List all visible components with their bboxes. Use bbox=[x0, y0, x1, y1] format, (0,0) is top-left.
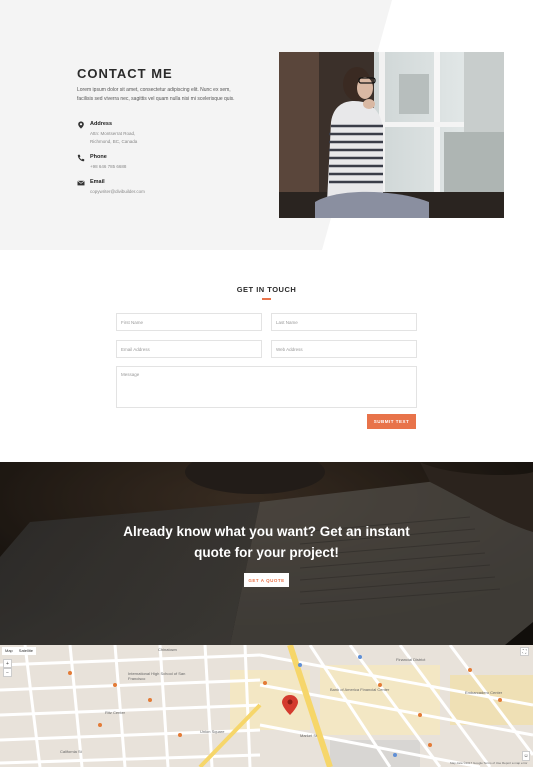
web-address-input[interactable] bbox=[271, 340, 417, 358]
quote-heading-line1: Already know what you want? Get an insta… bbox=[123, 524, 410, 539]
phone-icon bbox=[77, 154, 85, 162]
map-embed[interactable]: Chinatown International High School of S… bbox=[0, 645, 533, 767]
phone-label: Phone bbox=[90, 154, 107, 160]
fullscreen-icon[interactable]: ⛶ bbox=[520, 647, 529, 656]
get-in-touch-title: GET IN TOUCH bbox=[236, 285, 297, 294]
quote-heading-line2: quote for your project! bbox=[194, 545, 339, 560]
last-name-input[interactable] bbox=[271, 313, 417, 331]
get-a-quote-button[interactable]: GET A QUOTE bbox=[244, 573, 289, 587]
title-underline bbox=[262, 298, 271, 300]
map-label-bank: Bank of America Financial Center bbox=[330, 687, 390, 692]
email-label: Email bbox=[90, 179, 105, 185]
contact-intro: Lorem ipsum dolor sit amet, consectetur … bbox=[77, 87, 235, 102]
location-pin-icon bbox=[78, 121, 84, 129]
email-value: copywriter@divibuilder.com bbox=[90, 189, 145, 194]
envelope-icon bbox=[77, 180, 85, 186]
message-textarea[interactable] bbox=[116, 366, 417, 408]
address-line2: Richmond, BC, Canada bbox=[90, 139, 138, 144]
map-label-school: International High School of San Francis… bbox=[128, 671, 186, 681]
map-type-control[interactable]: Map Satellite bbox=[2, 647, 37, 655]
zoom-in-button[interactable]: + bbox=[3, 659, 12, 668]
map-label-chinatown: Chinatown bbox=[158, 647, 177, 652]
phone-value: +98 646 785 6688 bbox=[90, 164, 127, 169]
email-address-input[interactable] bbox=[116, 340, 262, 358]
contact-section: CONTACT ME Lorem ipsum dolor sit amet, c… bbox=[0, 0, 533, 250]
map-label-financial: Financial District bbox=[396, 657, 426, 662]
contact-title: CONTACT ME bbox=[77, 66, 173, 81]
map-label-union: Union Square bbox=[200, 729, 225, 734]
map-label-embarcadero: Embarcadero Center bbox=[465, 690, 503, 695]
first-name-input[interactable] bbox=[116, 313, 262, 331]
map-attribution[interactable]: Map data ©2017 Google Terms of Use Repor… bbox=[450, 761, 527, 765]
map-label-ritz: Ritz Center bbox=[105, 710, 126, 715]
zoom-out-button[interactable]: − bbox=[3, 668, 12, 677]
submit-button[interactable]: SUBMIT TEXT bbox=[367, 414, 416, 429]
map-type-satellite[interactable]: Satellite bbox=[16, 647, 36, 655]
map-type-map[interactable]: Map bbox=[2, 647, 16, 655]
map-label-california: California St bbox=[60, 749, 82, 754]
map-label-market: Market St bbox=[300, 733, 318, 738]
pegman-icon[interactable]: ☺ bbox=[522, 751, 530, 761]
contact-photo bbox=[279, 52, 504, 218]
address-label: Address bbox=[90, 121, 113, 127]
quote-heading: Already know what you want? Get an insta… bbox=[0, 521, 533, 563]
address-line1: Attn: Montserrat Road, bbox=[90, 131, 136, 136]
